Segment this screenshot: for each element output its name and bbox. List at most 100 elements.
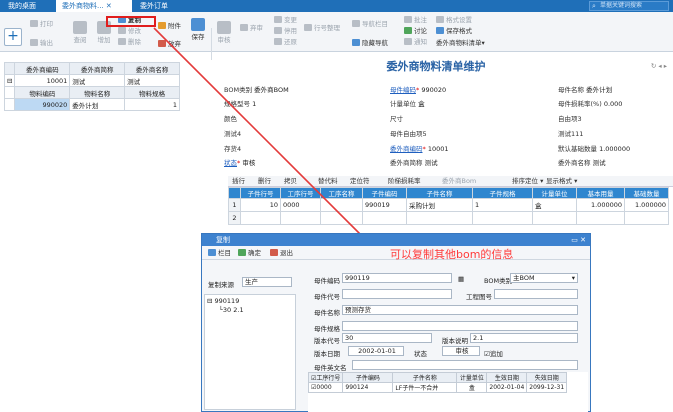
- delete-row-button[interactable]: 删行: [258, 177, 271, 186]
- tab-vendor-bom[interactable]: 委外商物料... ✕: [56, 0, 132, 12]
- color-field: 颜色: [224, 115, 237, 123]
- table-row[interactable]: 990020 委外计划 1: [3, 98, 180, 111]
- vendor-code-field[interactable]: 委外商编码* 10001: [390, 143, 449, 153]
- version-code-input[interactable]: 30: [342, 333, 432, 343]
- column-button[interactable]: 栏目: [208, 249, 231, 258]
- ok-button[interactable]: 确定: [238, 249, 261, 258]
- collapse-icon[interactable]: ⊟: [3, 74, 16, 87]
- tree-child[interactable]: └30 2.1: [219, 306, 244, 314]
- tab-label: 委外商物料...: [62, 2, 104, 10]
- nav-arrows-icon[interactable]: ↻ ◂ ▸: [651, 62, 667, 70]
- sort-locate-button[interactable]: 排序定位 ▾: [512, 177, 543, 186]
- release-button[interactable]: 放弃: [158, 40, 181, 49]
- table-row[interactable]: ⊟ 10001 测试 测试: [3, 74, 180, 87]
- nav-icon: [352, 20, 360, 27]
- display-format-button[interactable]: 显示格式 ▾: [546, 177, 577, 186]
- save-format-button[interactable]: 保存格式: [436, 27, 472, 36]
- step-loss-button[interactable]: 阶梯损耗率: [388, 177, 421, 186]
- save-button[interactable]: 保存: [188, 18, 208, 42]
- format-icon: [436, 16, 444, 23]
- tab-bar: 我的桌面 委外商物料... ✕ 委外订单 单据关键词搜索: [0, 0, 673, 12]
- check-all-icon[interactable]: ☑工序行号: [308, 372, 344, 383]
- locate-button[interactable]: 定位符: [350, 177, 370, 186]
- save-format-icon: [436, 27, 444, 34]
- add-icon[interactable]: +: [4, 28, 22, 46]
- save-icon: [191, 18, 205, 31]
- remark-button[interactable]: 批注: [404, 16, 427, 25]
- restore-button[interactable]: 还原: [274, 38, 297, 47]
- parent-code-field[interactable]: 母件编码* 990020: [390, 84, 446, 94]
- size-field: 尺寸: [390, 115, 403, 123]
- table-row[interactable]: ☑0000 990124 LF子件一不合并 盒 2002-01-04 2099-…: [308, 382, 568, 393]
- insert-row-button[interactable]: 插行: [232, 177, 245, 186]
- vendor-list-panel: 委外商编码 委外商简称 委外商名称 ⊟ 10001 测试 测试 物料编码 物料名称 物料规格 …: [3, 62, 180, 126]
- parent-code-input[interactable]: 990119: [342, 273, 452, 283]
- table-row[interactable]: 2: [228, 211, 669, 225]
- en-name-input[interactable]: [352, 360, 578, 370]
- spec-field: 规格型号 1: [224, 100, 257, 108]
- toolbar-divider: [211, 28, 212, 60]
- col-vendor-name: 委外商名称: [124, 62, 180, 75]
- version-desc-input[interactable]: 2.1: [470, 333, 578, 343]
- status-field: 状态* 审核: [224, 159, 256, 167]
- change-icon: [274, 16, 282, 23]
- change-button[interactable]: 变更: [274, 16, 297, 25]
- dialog-titlebar: 复制 ▭ ✕: [202, 234, 590, 246]
- tree-root[interactable]: ⊟ 990119: [207, 297, 239, 305]
- drawing-input[interactable]: [494, 289, 578, 299]
- parent-spec-label: 母件规格: [314, 325, 340, 333]
- notify-button[interactable]: 通知: [404, 38, 427, 47]
- view-icon: [73, 21, 87, 34]
- stop-icon: [274, 27, 282, 34]
- nav-button[interactable]: 导航栏目: [352, 20, 388, 29]
- hide-nav-button[interactable]: 隐藏导航: [352, 39, 388, 48]
- version-date-input[interactable]: 2002-01-01: [348, 346, 404, 356]
- parent-name-label: 母件名称: [314, 309, 340, 317]
- bom-type-label: BOM类别: [484, 277, 513, 285]
- bom-type-select[interactable]: 主BOM ▾: [510, 273, 578, 283]
- attach-button[interactable]: 附件: [158, 22, 181, 31]
- edit-button[interactable]: 修改: [118, 27, 141, 36]
- format-set-button[interactable]: 格式设置: [436, 16, 472, 25]
- substitute-button[interactable]: 替代料: [318, 177, 338, 186]
- close-icon[interactable]: ✕: [106, 2, 112, 10]
- export-button[interactable]: 输出: [30, 39, 53, 48]
- free5-field: 母件自由项5: [390, 130, 427, 138]
- parent-spec-input[interactable]: [342, 321, 578, 331]
- tab-my-desktop[interactable]: 我的桌面: [2, 0, 42, 12]
- line-tidy-button[interactable]: 行号整理: [304, 24, 340, 33]
- unaudit-button[interactable]: 弃审: [240, 24, 263, 33]
- source-label: 复制来源: [208, 281, 234, 289]
- vendor-bom-button[interactable]: 委外商Bom: [442, 177, 476, 186]
- dialog-window-controls-icon[interactable]: ▭ ✕: [571, 234, 586, 246]
- append-checkbox[interactable]: ☑追加: [484, 348, 503, 358]
- annotation-text: 可以复制其他bom的信息: [390, 248, 514, 261]
- parent-no-label: 母件代号: [314, 293, 340, 301]
- source-select[interactable]: 生产: [242, 277, 292, 287]
- copy-highlight-box: [106, 16, 156, 27]
- delete-button[interactable]: 删除: [118, 38, 141, 47]
- print-button[interactable]: 打印: [30, 20, 53, 29]
- audit-button[interactable]: 审核: [214, 21, 234, 45]
- bom-tree: ⊟ 990119 └30 2.1: [204, 294, 296, 410]
- chevron-down-icon: ▾: [571, 274, 575, 282]
- view-button[interactable]: 查阅: [70, 21, 90, 45]
- copy-row-button[interactable]: 拷贝: [284, 177, 297, 186]
- parent-code-lookup-icon[interactable]: ▦: [458, 275, 464, 283]
- stop-button[interactable]: 停用: [274, 27, 297, 36]
- bom-grid: 子件行号 工序行号 工序名称 子件编码 子件名称 子件规格 计量单位 基本用量 …: [228, 187, 669, 225]
- printer-icon: [30, 20, 38, 27]
- col-vendor-short: 委外商简称: [69, 62, 126, 75]
- discuss-button[interactable]: 讨论: [404, 27, 427, 36]
- exit-button[interactable]: 退出: [270, 249, 293, 258]
- parent-no-input[interactable]: [342, 289, 452, 299]
- unaudit-icon: [240, 24, 248, 31]
- status-value: 审核: [442, 346, 480, 356]
- format-select[interactable]: 委外商物料清单▾: [436, 39, 485, 48]
- table-row[interactable]: 1 10 0000 990019 采购计划 1 盒 1.000000 1.000…: [228, 198, 669, 212]
- col-vendor-code: 委外商编码: [14, 62, 71, 75]
- version-date-label: 版本日期: [314, 350, 340, 358]
- tab-outsource-order[interactable]: 委外订单: [134, 0, 174, 12]
- parent-name-input[interactable]: 预测存货: [342, 305, 578, 315]
- search-input[interactable]: 单据关键词搜索: [589, 1, 669, 11]
